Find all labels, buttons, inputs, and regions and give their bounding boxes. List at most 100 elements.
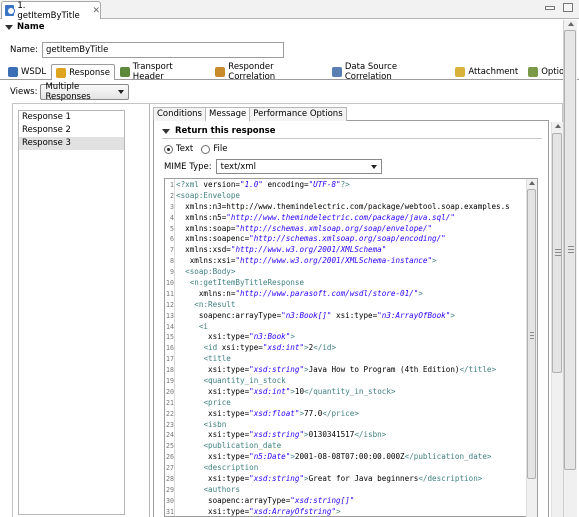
code-line: 5 xmlns:soap="http://schemas.xmlsoap.org… bbox=[165, 224, 529, 235]
chevron-down-icon bbox=[370, 164, 377, 169]
text-radio[interactable] bbox=[164, 144, 173, 154]
tab-responder-correlation[interactable]: Responder Correlation bbox=[210, 62, 327, 82]
line-number: 11 bbox=[166, 289, 174, 298]
line-number: 22 bbox=[166, 409, 174, 418]
code-line: 12 <n:Result bbox=[165, 300, 529, 311]
code-text: <n:Result bbox=[194, 299, 236, 309]
xml-editor[interactable]: 1 <?xml version="1.0" encoding="UTF-8"?> 2… bbox=[164, 178, 538, 517]
code-line: 1 <?xml version="1.0" encoding="UTF-8"?> bbox=[165, 180, 529, 191]
text-radio-label: Text bbox=[176, 144, 194, 154]
code-line: 23 <isbn bbox=[165, 420, 529, 431]
line-number: 30 bbox=[166, 496, 174, 505]
tab-attachment[interactable]: Attachment bbox=[450, 64, 523, 79]
code-text: xsi:type="xsd:string">0130341517</isbn> bbox=[176, 430, 387, 440]
file-radio[interactable] bbox=[201, 144, 211, 154]
code-line: 18 xsi:type="xsd:string">Java How to Pro… bbox=[165, 365, 529, 376]
name-section-header[interactable]: Name bbox=[0, 20, 579, 34]
line-number: 15 bbox=[166, 333, 174, 342]
line-number: 2 bbox=[170, 191, 174, 200]
tab-data-source-correlation[interactable]: Data Source Correlation bbox=[327, 62, 450, 82]
attachment-icon bbox=[455, 67, 466, 77]
code-line: 13 soapenc:arrayType="n3:Book[]" xsi:typ… bbox=[165, 311, 529, 322]
mime-type-select[interactable]: text/xml bbox=[215, 159, 382, 174]
code-line: 25 <publication_date bbox=[165, 441, 529, 452]
code-text: <isbn bbox=[203, 419, 227, 429]
code-line: 28 xsi:type="xsd:string">Great for Java … bbox=[165, 474, 529, 485]
code-line: 27 <description bbox=[165, 463, 529, 474]
code-text: <i bbox=[198, 321, 209, 331]
code-line: 26 xsi:type="n5:Date">2001-08-08T07:00:0… bbox=[165, 452, 529, 463]
code-text: soapenc:arrayType="n3:Book[]" xsi:type="… bbox=[176, 310, 455, 320]
tab-wsdl-label: WSDL bbox=[21, 67, 47, 77]
tab-message[interactable]: Message bbox=[205, 107, 251, 121]
list-item-response-1[interactable]: Response 1 bbox=[19, 111, 124, 124]
code-line: 9 <soap:Body> bbox=[165, 267, 529, 278]
tab-wsdl[interactable]: WSDL bbox=[3, 64, 51, 79]
tab-response[interactable]: Response bbox=[51, 64, 115, 80]
code-text: xsi:type="n3:Book"> bbox=[176, 332, 295, 342]
scroll-up-icon[interactable] bbox=[555, 124, 561, 128]
wsdl-icon bbox=[8, 67, 18, 77]
code-text: <n:getItemByTitleResponse bbox=[189, 278, 305, 288]
code-text: xmlns:n5="http://www.themindelectric.com… bbox=[176, 212, 455, 222]
code-text: xsi:type="xsd:string">Great for Java beg… bbox=[176, 474, 483, 484]
line-number: 27 bbox=[166, 464, 174, 473]
transport-icon bbox=[119, 67, 130, 77]
code-text: xmlns:xsi="http://www.w3.org/2001/XMLSch… bbox=[176, 256, 437, 266]
editor-tab-title: 1. getItemByTitle bbox=[17, 0, 80, 21]
code-line: 17 <title bbox=[165, 354, 529, 365]
code-text: xmlns:soapenc="http://schemas.xmlsoap.or… bbox=[176, 234, 446, 244]
name-field[interactable] bbox=[41, 42, 284, 58]
tab-attachment-label: Attachment bbox=[468, 67, 519, 77]
code-text: xmlns:soap="http://schemas.xmlsoap.org/s… bbox=[176, 223, 433, 233]
editor-tab[interactable]: 1. getItemByTitle ✕ bbox=[1, 0, 101, 21]
line-number: 10 bbox=[166, 279, 174, 288]
code-line: 29 <authors bbox=[165, 485, 529, 496]
soap-client-icon bbox=[5, 5, 16, 16]
code-line: 14 <i bbox=[165, 322, 529, 333]
tab-performance-options[interactable]: Performance Options bbox=[249, 107, 347, 121]
code-line: 6 xmlns:soapenc="http://schemas.xmlsoap.… bbox=[165, 234, 529, 245]
tab-responder-correlation-label: Responder Correlation bbox=[228, 62, 276, 82]
name-row: Name: bbox=[10, 42, 284, 58]
window-scrollbar-thumb[interactable] bbox=[564, 30, 576, 470]
line-number: 8 bbox=[170, 257, 174, 266]
editor-scrollbar-thumb[interactable] bbox=[527, 189, 536, 479]
views-selected: Multiple Responses bbox=[45, 82, 91, 102]
close-icon[interactable]: ✕ bbox=[92, 6, 100, 16]
datasource-icon bbox=[331, 67, 342, 77]
panel-scrollbar-thumb[interactable] bbox=[552, 133, 562, 373]
return-section-header[interactable]: Return this response bbox=[162, 126, 276, 136]
list-item-response-3[interactable]: Response 3 bbox=[19, 137, 124, 150]
line-number: 21 bbox=[166, 398, 174, 407]
line-number: 20 bbox=[166, 387, 174, 396]
tab-transport-header-label: Transport Header bbox=[132, 62, 173, 82]
list-item-response-2[interactable]: Response 2 bbox=[19, 124, 124, 137]
line-number: 25 bbox=[166, 442, 174, 451]
code-text: <price bbox=[203, 397, 231, 407]
views-select[interactable]: Multiple Responses bbox=[40, 82, 130, 102]
line-number: 1 bbox=[170, 181, 174, 189]
views-label: Views: bbox=[10, 87, 38, 97]
code-line: 24 xsi:type="xsd:string">0130341517</isb… bbox=[165, 430, 529, 441]
code-text: xmlns:n3=http://www.themindelectric.com/… bbox=[176, 201, 510, 211]
tab-conditions[interactable]: Conditions bbox=[153, 107, 206, 121]
line-number: 9 bbox=[170, 268, 174, 277]
sub-tabbar: Conditions Message Performance Options bbox=[153, 107, 549, 121]
views-row: Views: Multiple Responses bbox=[10, 82, 130, 102]
line-number: 24 bbox=[166, 431, 174, 440]
maximize-icon[interactable] bbox=[563, 3, 573, 12]
code-text: <description bbox=[203, 463, 259, 473]
mime-label: MIME Type: bbox=[164, 161, 212, 172]
minimize-icon[interactable] bbox=[545, 6, 555, 10]
file-radio-label: File bbox=[213, 144, 228, 154]
tab-transport-header[interactable]: Transport Header bbox=[115, 62, 211, 82]
scroll-up-icon[interactable] bbox=[568, 22, 574, 26]
code-line: 8 xmlns:xsi="http://www.w3.org/2001/XMLS… bbox=[165, 256, 529, 267]
response-list[interactable]: Response 1 Response 2 Response 3 bbox=[18, 110, 125, 515]
chevron-down-icon bbox=[118, 90, 125, 94]
scroll-up-icon[interactable] bbox=[529, 181, 535, 185]
line-number: 13 bbox=[166, 311, 174, 320]
code-text: <?xml version="1.0" encoding="UTF-8"?> bbox=[176, 180, 350, 189]
code-text: <authors bbox=[203, 484, 241, 494]
